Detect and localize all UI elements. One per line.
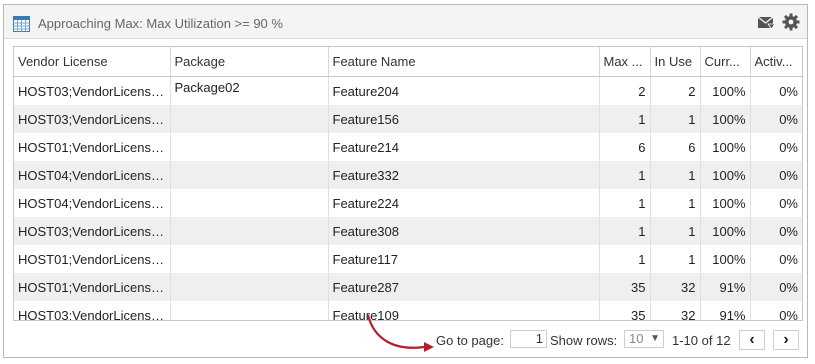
cell-active: 0% xyxy=(779,195,798,211)
cell-max: 2 xyxy=(599,76,651,105)
cell-vendor-license: HOST03;VendorLicense... xyxy=(14,105,171,133)
cell-package xyxy=(170,105,329,133)
cell-package xyxy=(170,161,329,189)
cell-current: 91% xyxy=(700,273,751,301)
table-row[interactable]: HOST03;VendorLicense... Package02 Feature2… xyxy=(14,76,802,105)
cell-current: 100% xyxy=(700,189,751,217)
callout-arrow xyxy=(366,314,434,352)
cell-vendor-license: HOST03;VendorLicense... xyxy=(14,301,171,320)
rows-per-page-value: 10 xyxy=(629,331,644,346)
previous-page-button[interactable]: ‹ xyxy=(739,330,765,350)
cell-package xyxy=(170,217,329,245)
license-grid: Vendor License Package Feature Name Max … xyxy=(13,46,803,321)
cell-current: 100% xyxy=(700,76,751,105)
cell-feature-name: Feature117 xyxy=(328,245,600,273)
cell-package xyxy=(170,189,329,217)
cell-active: 0% xyxy=(779,251,798,267)
cell-current: 100% xyxy=(700,105,751,133)
cell-current: 100% xyxy=(700,245,751,273)
license-table: Vendor License Package Feature Name Max … xyxy=(14,47,802,321)
cell-vendor-license: HOST01;VendorLicense... xyxy=(14,133,171,161)
cell-vendor-license: HOST01;VendorLicense... xyxy=(14,273,171,301)
cell-current: 100% xyxy=(700,133,751,161)
cell-vendor-license: HOST01;VendorLicense... xyxy=(14,245,171,273)
panel-title: Approaching Max: Max Utilization >= 90 % xyxy=(38,16,283,31)
cell-package xyxy=(170,245,329,273)
cell-feature-name: Feature204 xyxy=(328,76,600,105)
cell-max: 1 xyxy=(599,161,651,189)
cell-active: 0% xyxy=(750,161,802,189)
cell-feature-name: Feature287 xyxy=(328,273,600,301)
calendar-icon xyxy=(13,16,30,32)
cell-vendor-license: HOST03;VendorLicense... xyxy=(14,217,171,245)
go-to-page-label: Go to page: xyxy=(436,333,504,348)
chevron-right-icon: › xyxy=(783,331,789,348)
approaching-max-panel: Approaching Max: Max Utilization >= 90 % xyxy=(3,4,808,358)
cell-package xyxy=(170,273,329,301)
cell-current: 100% xyxy=(700,217,751,245)
cell-feature-name: Feature156 xyxy=(328,105,600,133)
cell-in-use: 1 xyxy=(650,245,701,273)
column-header-max[interactable]: Max ... xyxy=(599,47,651,77)
cell-max: 35 xyxy=(599,273,651,301)
chevron-down-icon: ▼ xyxy=(650,333,660,344)
cell-in-use: 1 xyxy=(650,189,701,217)
cell-active: 0% xyxy=(779,83,798,99)
cell-in-use: 1 xyxy=(650,105,701,133)
table-header-row: Vendor License Package Feature Name Max … xyxy=(14,47,802,77)
page-range-text: 1-10 of 12 xyxy=(672,333,731,348)
cell-vendor-license: HOST03;VendorLicense... xyxy=(14,76,171,105)
column-header-feature-name[interactable]: Feature Name xyxy=(328,47,600,77)
page-number-input[interactable]: 1 xyxy=(510,330,547,348)
cell-max: 1 xyxy=(599,105,651,133)
cell-vendor-license: HOST04;VendorLicense... xyxy=(14,189,171,217)
rows-per-page-select[interactable]: 10 ▼ xyxy=(624,330,664,348)
cell-in-use: 6 xyxy=(650,133,701,161)
cell-feature-name: Feature308 xyxy=(328,217,600,245)
column-header-vendor-license[interactable]: Vendor License xyxy=(14,47,171,77)
cell-active: 0% xyxy=(750,273,802,301)
cell-in-use: 1 xyxy=(650,217,701,245)
column-header-current[interactable]: Curr... xyxy=(700,47,751,77)
column-header-in-use[interactable]: In Use xyxy=(650,47,701,77)
chevron-left-icon: ‹ xyxy=(749,331,755,348)
show-rows-label: Show rows: xyxy=(550,333,618,348)
cell-in-use: 2 xyxy=(650,76,701,105)
cell-vendor-license: HOST04;VendorLicense... xyxy=(14,161,171,189)
cell-max: 1 xyxy=(599,189,651,217)
cell-package: Package02 xyxy=(170,76,329,105)
cell-package xyxy=(170,301,329,320)
cell-current: 100% xyxy=(700,161,751,189)
next-page-button[interactable]: › xyxy=(773,330,799,350)
cell-max: 1 xyxy=(599,217,651,245)
cell-in-use: 32 xyxy=(650,273,701,301)
table-row[interactable]: HOST01;VendorLicense... Feature214 6 6 100% 0… xyxy=(14,133,802,161)
cell-max: 35 xyxy=(599,301,651,320)
table-row[interactable]: HOST01;VendorLicense... Feature117 1 1 100% 0… xyxy=(14,245,802,273)
table-row[interactable]: HOST01;VendorLicense... Feature287 35 32 91%… xyxy=(14,273,802,301)
cell-package xyxy=(170,133,329,161)
panel-header: Approaching Max: Max Utilization >= 90 % xyxy=(4,5,807,39)
table-row[interactable]: HOST03;VendorLicense... Feature308 1 1 100% 0… xyxy=(14,217,802,245)
cell-in-use: 1 xyxy=(650,161,701,189)
cell-max: 1 xyxy=(599,245,651,273)
mail-icon[interactable] xyxy=(758,16,775,30)
column-header-package[interactable]: Package xyxy=(170,47,329,77)
cell-feature-name: Feature332 xyxy=(328,161,600,189)
cell-active: 0% xyxy=(779,307,798,321)
column-header-active[interactable]: Activ... xyxy=(750,47,802,77)
table-row[interactable]: HOST04;VendorLicense... Feature332 1 1 100% 0… xyxy=(14,161,802,189)
cell-in-use: 32 xyxy=(650,301,701,320)
gear-icon[interactable] xyxy=(782,13,800,31)
cell-max: 6 xyxy=(599,133,651,161)
cell-current: 91% xyxy=(700,301,751,320)
cell-active: 0% xyxy=(750,105,802,133)
cell-feature-name: Feature224 xyxy=(328,189,600,217)
cell-feature-name: Feature214 xyxy=(328,133,600,161)
cell-active: 0% xyxy=(750,217,802,245)
table-row[interactable]: HOST04;VendorLicense... Feature224 1 1 100% 0… xyxy=(14,189,802,217)
table-row[interactable]: HOST03;VendorLicense... Feature156 1 1 100% 0… xyxy=(14,105,802,133)
cell-active: 0% xyxy=(779,139,798,155)
